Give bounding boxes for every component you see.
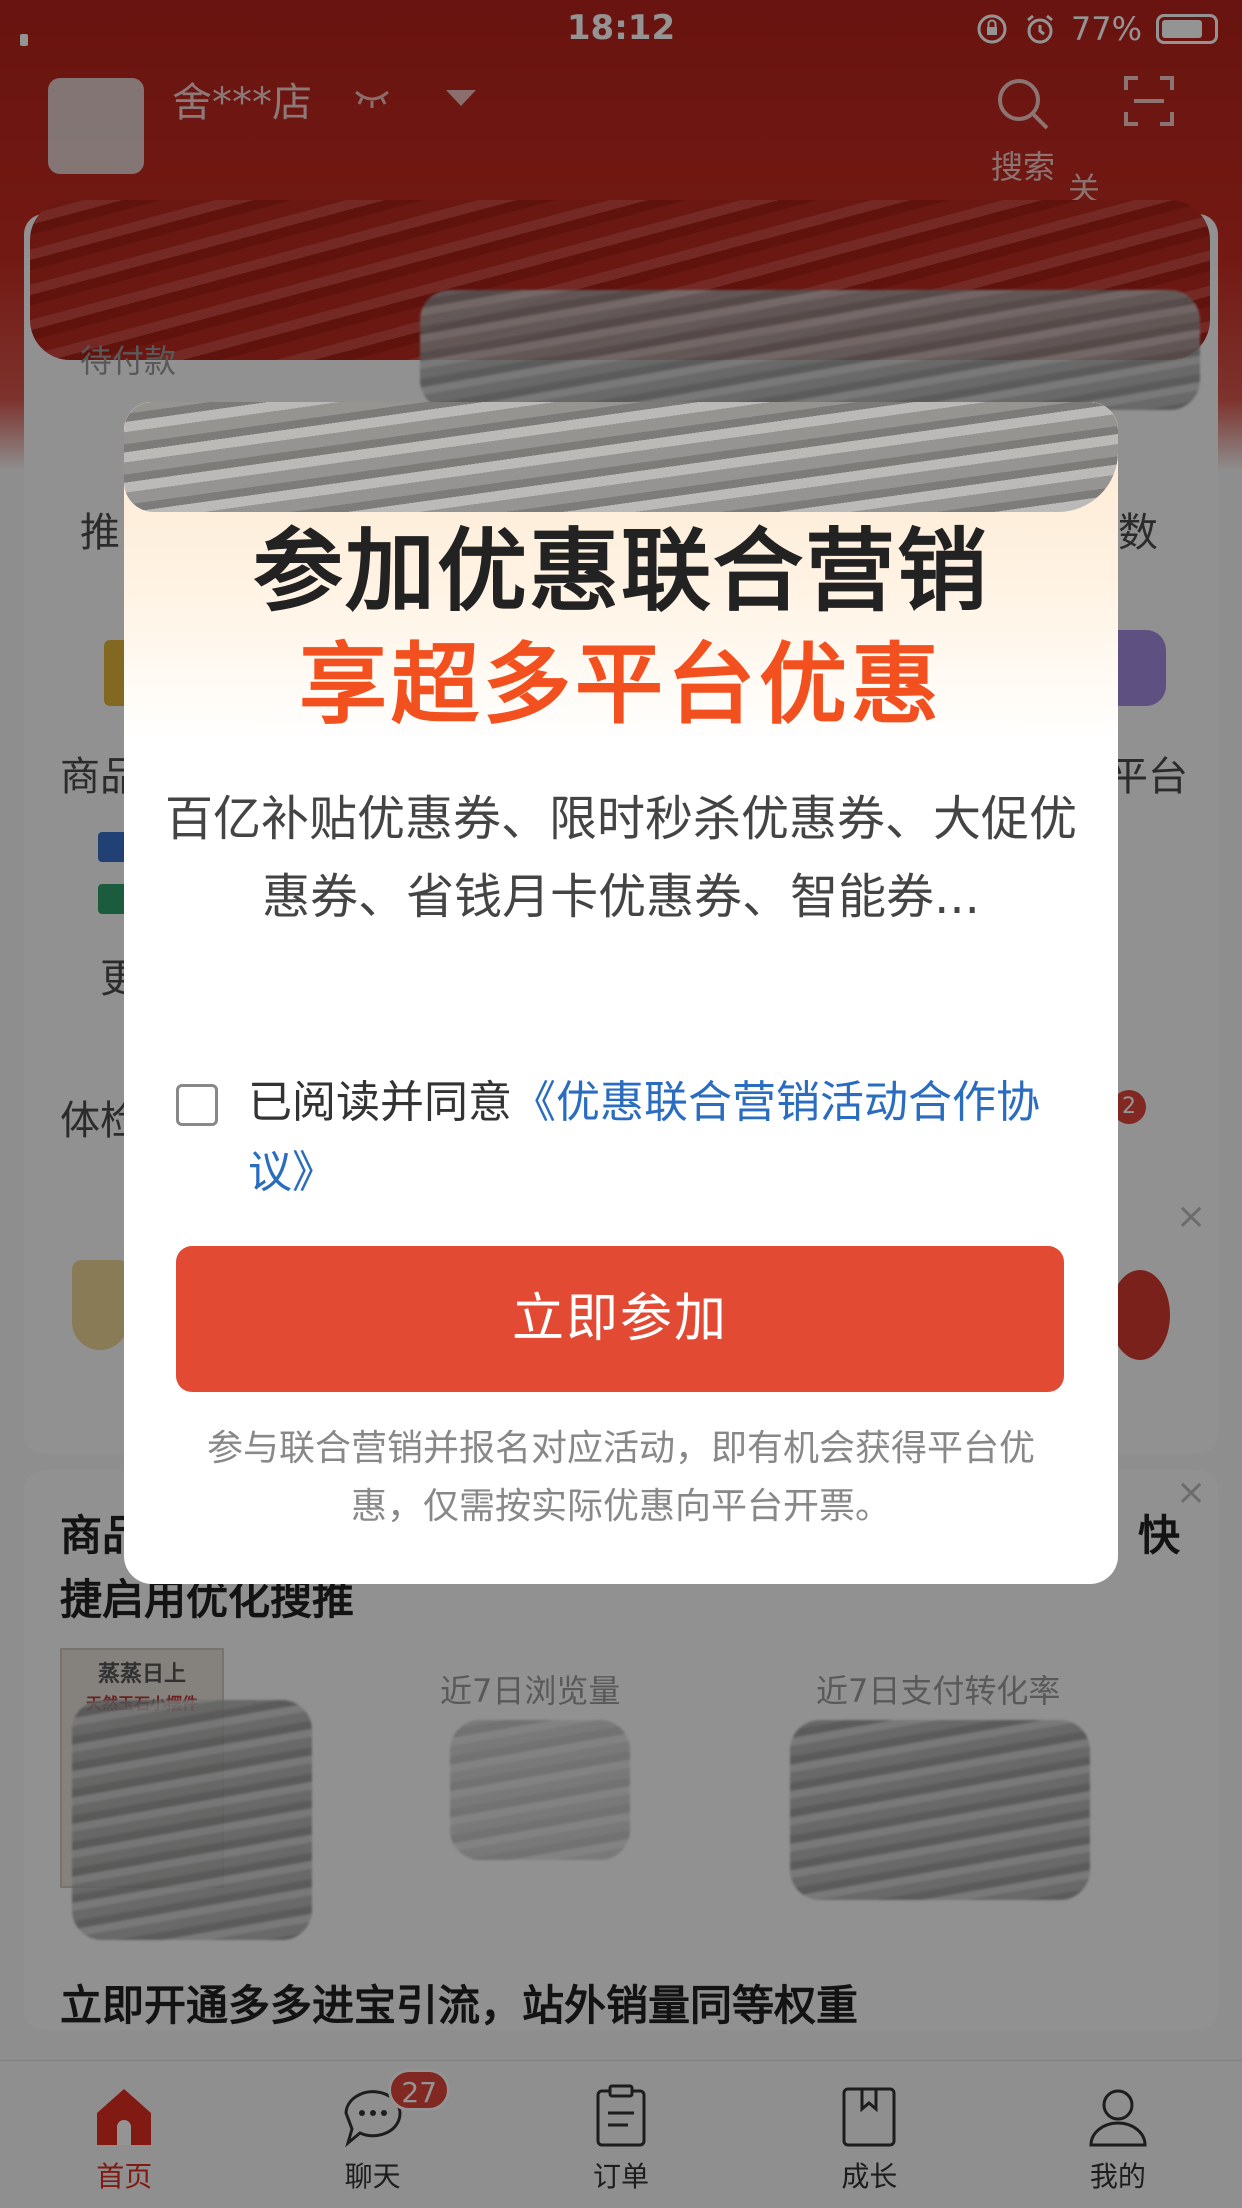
joint-marketing-dialog: 参加优惠联合营销 享超多平台优惠 百亿补贴优惠券、限时秒杀优惠券、大促优惠券、省…: [124, 402, 1118, 1584]
dialog-title: 参加优惠联合营销: [253, 519, 989, 624]
agreement-text: 已阅读并同意《优惠联合营销活动合作协议》: [248, 1068, 1084, 1208]
agreement-checkbox[interactable]: [176, 1084, 218, 1126]
dialog-subtitle: 享超多平台优惠: [298, 633, 943, 736]
dialog-description: 百亿补贴优惠券、限时秒杀优惠券、大促优惠券、省钱月卡优惠券、智能券...: [164, 791, 1077, 925]
app-screen: 18:12 77% 舍***店 搜索 关 待付款 推 数 商品 平台 更 体检 …: [0, 0, 1242, 2208]
agreement-prefix: 已阅读并同意: [248, 1077, 512, 1128]
dialog-footnote: 参与联合营销并报名对应活动，即有机会获得平台优惠，仅需按实际优惠向平台开票。: [206, 1428, 1035, 1527]
join-now-button[interactable]: 立即参加: [176, 1246, 1064, 1392]
redaction-mark: [124, 402, 1118, 512]
